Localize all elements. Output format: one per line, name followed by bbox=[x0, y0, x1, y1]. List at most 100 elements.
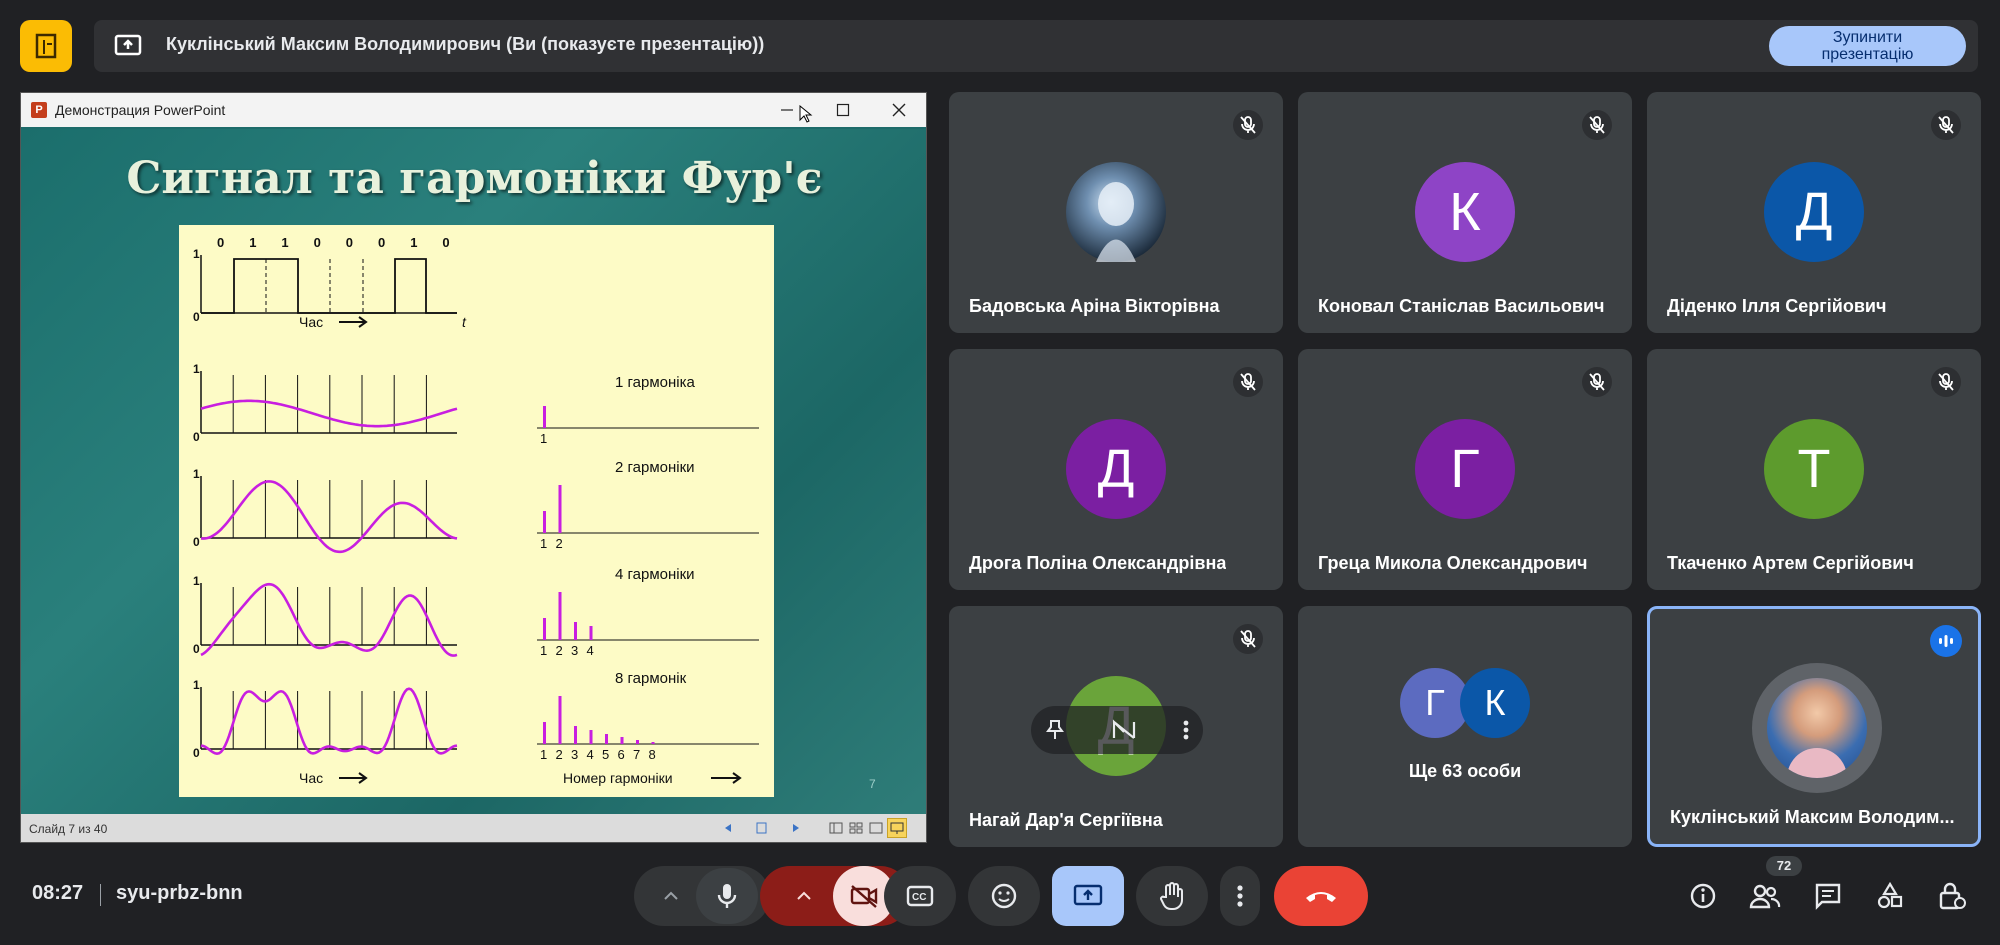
harmonic-bar bbox=[543, 406, 546, 428]
mic-off-icon bbox=[1931, 367, 1961, 397]
harmonic-bar bbox=[543, 618, 546, 640]
more-options-button[interactable] bbox=[1220, 866, 1260, 926]
meeting-details-button[interactable] bbox=[1683, 876, 1723, 916]
harmonic-bar bbox=[651, 742, 655, 744]
host-controls-button[interactable] bbox=[1932, 876, 1972, 916]
harmonic-bar bbox=[574, 622, 577, 640]
participant-tile[interactable]: Г К Ще 63 особи bbox=[1298, 606, 1632, 847]
bit-label: 0 bbox=[217, 235, 224, 250]
fourier-curve bbox=[200, 399, 458, 428]
powerpoint-window: P Демонстрация PowerPoint Сигнал та гарм… bbox=[20, 92, 927, 843]
mouse-cursor-icon bbox=[799, 105, 813, 123]
harmonic-number: 2 bbox=[556, 536, 563, 551]
t-label: t bbox=[462, 314, 467, 330]
remove-icon[interactable] bbox=[1110, 718, 1138, 742]
captions-icon: CC bbox=[906, 885, 934, 907]
participant-tile[interactable]: ДНагай Дар'я Сергіївна bbox=[949, 606, 1283, 847]
stop-presenting-button[interactable]: Зупинити презентацію bbox=[1769, 26, 1966, 66]
participant-name: Нагай Дар'я Сергіївна bbox=[969, 810, 1163, 830]
people-count-badge: 72 bbox=[1766, 856, 1802, 876]
normal-view-icon[interactable] bbox=[829, 821, 843, 835]
separator bbox=[100, 884, 101, 906]
fourier-figure: 01100010 1 0 Час t 1011 гармоніка 1 0 1 2 2 г… bbox=[179, 225, 774, 797]
speaking-indicator bbox=[1930, 625, 1962, 657]
present-screen-icon bbox=[114, 33, 142, 59]
participant-tile[interactable]: Т Ткаченко Артем Сергійович bbox=[1647, 349, 1981, 590]
participant-tile[interactable]: Д Діденко Ілля Сергійович bbox=[1647, 92, 1981, 333]
pin-icon[interactable] bbox=[1045, 719, 1065, 741]
presentation-banner: Куклінський Максим Володимирович (Ви (по… bbox=[94, 20, 1978, 72]
next-slide-icon[interactable] bbox=[789, 821, 803, 835]
people-button[interactable] bbox=[1745, 876, 1785, 916]
participant-tile[interactable]: К Коновал Станіслав Васильович bbox=[1298, 92, 1632, 333]
leave-call-button[interactable] bbox=[1274, 866, 1368, 926]
avatar: Т bbox=[1764, 419, 1864, 519]
participant-tile[interactable]: Д Дрога Поліна Олександрівна bbox=[949, 349, 1283, 590]
video-options-button[interactable] bbox=[775, 866, 833, 926]
participant-name: Ткаченко Артем Сергійович bbox=[1667, 553, 1914, 573]
harmonic-number: 7 bbox=[633, 747, 640, 762]
harmonic-row: 1 0 1 1 гармоніка bbox=[193, 362, 759, 446]
avatar: К bbox=[1415, 162, 1515, 262]
activities-button[interactable] bbox=[1870, 876, 1910, 916]
tile-hover-controls bbox=[1031, 706, 1203, 754]
avatar-photo bbox=[1767, 678, 1867, 778]
meeting-code: syu-prbz-bnn bbox=[116, 882, 243, 904]
chat-button[interactable] bbox=[1808, 876, 1848, 916]
participant-tile[interactable]: Бадовська Аріна Вікторівна bbox=[949, 92, 1283, 333]
reactions-button[interactable] bbox=[968, 866, 1040, 926]
harmonic-number: 2 bbox=[556, 643, 563, 658]
fourier-curve bbox=[200, 687, 458, 756]
mic-off-icon bbox=[1582, 110, 1612, 140]
harmonic-number: 8 bbox=[649, 747, 656, 762]
harmonic-label: 2 гармоніки bbox=[615, 459, 695, 476]
mic-control-group bbox=[634, 866, 770, 926]
hang-up-icon bbox=[1306, 892, 1336, 902]
harmonic-number: 4 bbox=[587, 643, 594, 658]
minimize-icon bbox=[781, 109, 793, 111]
microphone-icon bbox=[717, 884, 737, 908]
avatar: Д bbox=[1764, 162, 1864, 262]
chevron-up-icon bbox=[797, 891, 811, 900]
y-one-label: 1 bbox=[193, 247, 200, 261]
prev-slide-icon[interactable] bbox=[721, 821, 735, 835]
ppt-titlebar: P Демонстрация PowerPoint bbox=[21, 93, 926, 127]
harmonic-bar bbox=[574, 726, 577, 744]
maximize-button[interactable] bbox=[815, 93, 871, 127]
bit-label: 0 bbox=[346, 235, 353, 250]
participant-tile[interactable]: Куклінський Максим Володим... bbox=[1647, 606, 1981, 847]
door-icon bbox=[35, 33, 57, 59]
reading-view-icon[interactable] bbox=[869, 821, 883, 835]
mic-off-icon bbox=[1233, 624, 1263, 654]
harmonic-label: 8 гармонік bbox=[615, 670, 687, 687]
bit-label: 0 bbox=[442, 235, 449, 250]
present-screen-icon bbox=[1073, 884, 1103, 906]
fourier-diagram: 01100010 1 0 Час t 10 11 гармоніка10 1 22 г… bbox=[193, 235, 759, 786]
y-zero-label: 0 bbox=[193, 430, 200, 444]
participant-name: Греца Микола Олександрович bbox=[1318, 553, 1588, 573]
harmonic-number: 6 bbox=[618, 747, 625, 762]
mic-button[interactable] bbox=[696, 868, 758, 924]
y-one-label: 1 bbox=[193, 574, 200, 588]
harmonic-row: 10 1 2 3 44 гармоніки bbox=[193, 566, 759, 658]
harmonic-number: 2 bbox=[556, 747, 563, 762]
slide-title: Сигнал та гармоніки Фур'є bbox=[126, 153, 823, 204]
harmonic-number: 3 bbox=[571, 643, 578, 658]
slideshow-view-icon[interactable] bbox=[887, 818, 907, 838]
participant-tile[interactable]: Г Греца Микола Олександрович bbox=[1298, 349, 1632, 590]
close-window-button[interactable] bbox=[871, 93, 926, 127]
captions-button[interactable]: CC bbox=[884, 866, 956, 926]
raise-hand-button[interactable] bbox=[1136, 866, 1208, 926]
menu-slide-icon[interactable] bbox=[755, 821, 769, 835]
harmonic-row: 10 1 2 3 4 5 6 7 88 гармонік bbox=[193, 670, 759, 762]
y-one-label: 1 bbox=[193, 362, 200, 376]
audio-options-button[interactable] bbox=[646, 866, 696, 926]
participant-name: Діденко Ілля Сергійович bbox=[1667, 296, 1887, 316]
participant-name: Ще 63 особи bbox=[1408, 761, 1522, 781]
harmonic-number: 1 bbox=[540, 643, 547, 658]
present-button[interactable] bbox=[1052, 866, 1124, 926]
harmonic-axis-label: Номер гармоніки bbox=[563, 770, 673, 786]
sorter-view-icon[interactable] bbox=[849, 821, 863, 835]
more-vert-icon[interactable] bbox=[1183, 720, 1189, 740]
slide-counter: Слайд 7 из 40 bbox=[29, 822, 108, 836]
